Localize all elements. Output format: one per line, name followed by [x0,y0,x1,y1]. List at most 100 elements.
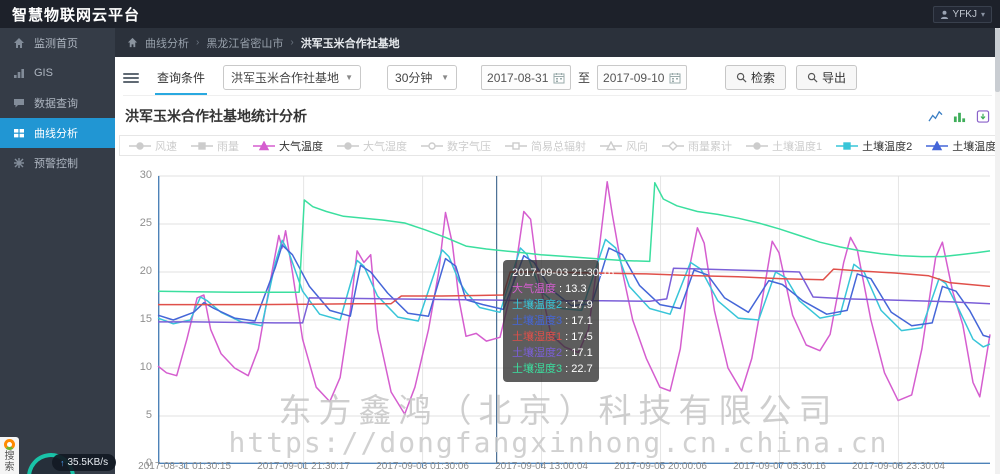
legend-marker-icon [836,141,859,150]
legend-label: 简易总辐射 [531,140,586,153]
chevron-down-icon: ▾ [980,9,985,19]
legend-label: 雨量累计 [688,140,732,153]
legend-item[interactable]: 土壤温度3 [925,138,996,154]
query-toolbar: 查询条件 洪军玉米合作社基地 ▼ 30分钟 ▼ 2017-08-31 至 201… [123,60,992,96]
date-range-to-label: 至 [578,71,591,85]
legend-item[interactable]: 数字气压 [420,138,491,154]
legend-marker-icon [505,141,527,150]
interval-select[interactable]: 30分钟 ▼ [387,65,458,90]
sidebar-item-label: 预警控制 [34,158,78,170]
sidebar-item-curve-analysis[interactable]: 曲线分析 [0,118,121,148]
y-tick-label: 20 [139,265,152,277]
legend-marker-icon [129,141,151,150]
alert-icon [14,158,24,168]
network-speed-value: 35.5KB/s [67,457,109,468]
legend-marker-icon [191,141,213,150]
legend-item[interactable]: 雨量 [190,138,239,154]
legend-label: 土壤温度3 [952,140,996,153]
calendar-icon [669,72,681,83]
page: 智慧物联网云平台 YFKJ ▾ 监测首页 GIS 数据查询 曲线分析 预警控制 [0,0,1000,474]
home-icon [127,37,138,48]
search-icon [736,72,747,83]
search-engine-logo-icon [4,439,15,450]
legend-item[interactable]: 雨量累计 [661,138,732,154]
main-content: 查询条件 洪军玉米合作社基地 ▼ 30分钟 ▼ 2017-08-31 至 201… [115,57,1000,474]
chart-header: 洪军玉米合作社基地统计分析 [125,106,990,126]
y-tick-label: 10 [139,361,152,373]
y-tick-label: 30 [139,169,152,181]
legend-label: 土壤温度1 [772,140,823,153]
legend-item[interactable]: 土壤温度2 [835,138,912,154]
legend-item[interactable]: 风向 [599,138,648,154]
line-chart-icon[interactable] [928,110,943,123]
legend-label: 大气湿度 [363,140,407,153]
x-tick-label: 2017-09-03 01:30:06 [376,461,469,472]
legend-label: 雨量 [217,140,239,153]
station-select-value: 洪军玉米合作社基地 [231,71,340,85]
user-menu[interactable]: YFKJ ▾ [932,5,992,23]
series-line-大气温度 [157,181,991,415]
export-button-label: 导出 [822,71,847,85]
legend-item[interactable]: 大气温度 [252,138,323,154]
legend-item[interactable]: 土壤温度1 [745,138,822,154]
breadcrumb-item[interactable]: 曲线分析 [145,35,189,51]
sidebar-item-monitor-home[interactable]: 监测首页 [0,28,115,58]
chart-toolbox [928,109,990,123]
search-side-tab[interactable]: 搜索 [0,437,19,474]
sidebar-item-alert-control[interactable]: 预警控制 [0,148,115,178]
search-button-label: 检索 [751,71,776,85]
legend-marker-icon [600,140,622,150]
bar-chart-icon[interactable] [952,110,967,123]
legend-marker-icon [421,141,443,150]
legend-marker-icon [337,141,359,150]
chevron-down-icon: ▼ [345,73,354,82]
legend-marker-icon [253,140,275,150]
search-tab-label: 搜索 [4,451,15,473]
y-tick-label: 15 [139,313,152,325]
x-tick-label: 2017-09-01 21:30:17 [257,461,351,472]
legend-item[interactable]: 大气湿度 [336,138,407,154]
chart-legend: 风速 雨量 大气温度 大气湿度 数字气压 简易总辐射 风向 雨量累计 土壤温度1 土壤温度2 土壤温… [119,135,996,156]
user-icon [940,10,948,19]
network-speed-widget[interactable]: ↑ 35.5KB/s [52,454,117,471]
legend-item[interactable]: 风速 [128,138,177,154]
station-select[interactable]: 洪军玉米合作社基地 ▼ [223,65,362,90]
menu-toggle-icon[interactable] [123,72,139,83]
date-from-input[interactable]: 2017-08-31 [481,65,572,90]
sidebar-item-data-query[interactable]: 数据查询 [0,88,115,118]
home-icon [14,38,24,48]
sidebar-item-label: 监测首页 [34,38,78,50]
x-tick-label: 2017-09-05 20:00:06 [614,461,707,472]
curve-icon [14,129,24,138]
chart-area: 0 5 10 15 20 25 30 2017-08-31 01:30:15 2017-09-… [120,156,997,474]
message-icon [14,99,24,108]
search-button[interactable]: 检索 [725,65,787,90]
save-image-icon[interactable] [976,109,990,123]
scrollbar-track[interactable] [995,28,1000,474]
x-tick-label: 2017-09-08 23:30:04 [852,461,945,472]
user-name: YFKJ [952,8,977,20]
legend-label: 土壤温度2 [862,140,913,153]
scrollbar-thumb[interactable] [995,28,1000,92]
sidebar-item-gis[interactable]: GIS [0,58,115,88]
up-arrow-icon: ↑ [60,457,65,468]
app-header: 智慧物联网云平台 YFKJ ▾ [0,0,1000,28]
y-tick-label: 5 [145,409,152,421]
plot-canvas [157,175,991,468]
tab-query-conditions[interactable]: 查询条件 [155,61,208,95]
date-to-value: 2017-09-10 [603,70,665,85]
legend-label: 数字气压 [447,140,491,153]
legend-item[interactable]: 简易总辐射 [504,138,586,154]
chevron-down-icon: ▼ [441,73,450,82]
breadcrumb-separator: › [196,37,200,48]
export-button[interactable]: 导出 [796,65,858,90]
x-tick-label: 2017-09-07 05:30:16 [733,461,826,472]
chart-title: 洪军玉米合作社基地统计分析 [125,108,307,124]
x-tick-label: 2017-09-04 13:00:04 [495,461,588,472]
breadcrumb-item[interactable]: 黑龙江省密山市 [206,35,283,51]
date-to-input[interactable]: 2017-09-10 [597,65,688,90]
date-from-value: 2017-08-31 [487,70,549,85]
legend-marker-icon [746,141,768,150]
legend-label: 风速 [155,140,177,153]
breadcrumb: 曲线分析 › 黑龙江省密山市 › 洪军玉米合作社基地 [115,28,1000,57]
